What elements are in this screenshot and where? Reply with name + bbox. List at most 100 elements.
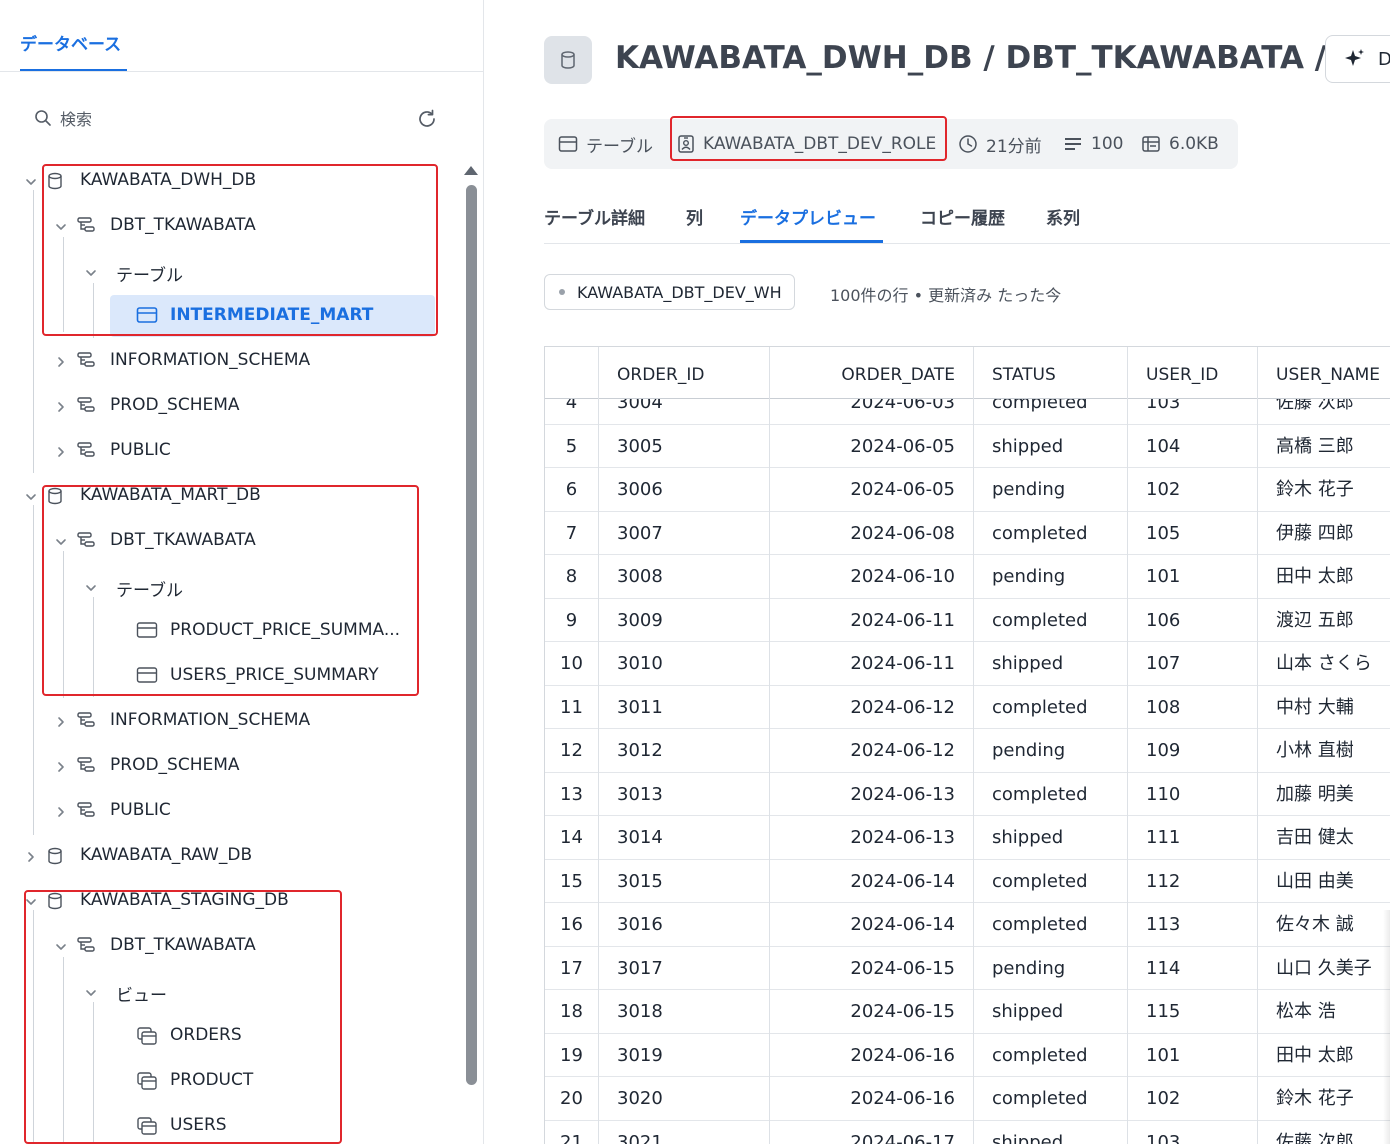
table-row[interactable]: 20 3020 2024-06-16 completed 102 鈴木 花子 xyxy=(545,1077,1390,1121)
table-cell: pending xyxy=(992,957,1066,979)
table-cell: pending xyxy=(992,479,1066,500)
column-header[interactable]: ORDER_DATE xyxy=(769,347,973,399)
chevron-right-icon[interactable] xyxy=(54,759,68,773)
schema-icon xyxy=(76,801,96,821)
tab-data-preview[interactable]: データプレビュー xyxy=(740,204,876,229)
table-row[interactable]: 7 3007 2024-06-08 completed 105 伊藤 四郎 xyxy=(545,512,1390,555)
table-cell: 鈴木 花子 xyxy=(1276,479,1354,500)
table-row[interactable]: 11 3011 2024-06-12 completed 108 中村 大輔 xyxy=(545,686,1390,729)
table-row[interactable]: 12 3012 2024-06-12 pending 109 小林 直樹 xyxy=(545,729,1390,773)
column-header[interactable]: USER_ID xyxy=(1127,347,1257,399)
table-cell: shipped xyxy=(992,827,1064,848)
chevron-right-icon[interactable] xyxy=(54,714,68,728)
table-cell: completed xyxy=(992,522,1088,544)
table-row[interactable]: 16 3016 2024-06-14 completed 113 佐々木 誠 xyxy=(545,903,1390,947)
column-header[interactable]: ORDER_ID xyxy=(598,347,769,399)
sidebar-scrollbar[interactable] xyxy=(466,185,477,1085)
ai-button-label: D xyxy=(1378,48,1390,70)
chevron-right-icon[interactable] xyxy=(54,399,68,413)
table-row[interactable]: 17 3017 2024-06-15 pending 114 山口 久美子 xyxy=(545,947,1390,990)
tree-item-schema[interactable]: PUBLIC xyxy=(0,436,440,466)
table-cell: 佐々木 誠 xyxy=(1276,914,1354,935)
tree-item-schema[interactable]: INFORMATION_SCHEMA xyxy=(0,346,440,376)
table-cell: 2024-06-13 xyxy=(850,783,955,805)
chevron-right-icon[interactable] xyxy=(24,849,38,863)
meta-type: テーブル xyxy=(558,119,653,169)
column-divider[interactable] xyxy=(1127,347,1128,1144)
table-cell: 田中 太郎 xyxy=(1276,1044,1354,1066)
column-header[interactable]: USER_NAME xyxy=(1257,347,1390,399)
tab-table-details[interactable]: テーブル詳細 xyxy=(544,204,645,229)
table-cell: completed xyxy=(992,1044,1088,1066)
table-cell: completed xyxy=(992,1088,1088,1109)
table-row[interactable]: 14 3014 2024-06-13 shipped 111 吉田 健太 xyxy=(545,816,1390,860)
database-tree: KAWABATA_DWH_DB DBT_TKAWABATA テーブル INTERMED… xyxy=(0,0,460,1144)
chevron-down-icon[interactable] xyxy=(24,489,38,503)
schema-icon xyxy=(76,396,96,416)
table-cell: shipped xyxy=(992,435,1064,457)
column-header[interactable]: STATUS xyxy=(973,347,1127,399)
ai-assist-button[interactable]: D xyxy=(1325,35,1390,83)
tree-item-schema[interactable]: INFORMATION_SCHEMA xyxy=(0,706,440,736)
table-row[interactable]: 19 3019 2024-06-16 completed 101 田中 太郎 xyxy=(545,1034,1390,1077)
table-row[interactable]: 18 3018 2024-06-15 shipped 115 松本 浩 xyxy=(545,990,1390,1034)
table-cell: 108 xyxy=(1146,696,1181,718)
table-row[interactable]: 15 3015 2024-06-14 completed 112 山田 由美 xyxy=(545,860,1390,903)
table-cell: 2024-06-16 xyxy=(850,1088,955,1109)
tab-lineage[interactable]: 系列 xyxy=(1046,204,1080,229)
tree-item-schema[interactable]: PROD_SCHEMA xyxy=(0,751,440,781)
tree-item-label: INFORMATION_SCHEMA xyxy=(110,350,311,370)
table-row[interactable]: 13 3013 2024-06-13 completed 110 加藤 明美 xyxy=(545,773,1390,816)
tab-columns[interactable]: 列 xyxy=(686,204,703,229)
table-cell: 吉田 健太 xyxy=(1276,827,1354,848)
table-cell: shipped xyxy=(992,653,1064,674)
table-header: ORDER_ID ORDER_DATE STATUS USER_ID USER_NAME xyxy=(545,347,1390,399)
table-cell: 5 xyxy=(565,435,578,457)
column-header[interactable] xyxy=(545,347,598,399)
column-divider[interactable] xyxy=(973,347,974,1144)
chevron-right-icon[interactable] xyxy=(54,354,68,368)
table-row[interactable]: 5 3005 2024-06-05 shipped 104 高橋 三郎 xyxy=(545,425,1390,468)
tree-item-schema[interactable]: PUBLIC xyxy=(0,796,440,826)
highlight-box xyxy=(42,164,438,336)
chevron-right-icon[interactable] xyxy=(54,444,68,458)
column-divider[interactable] xyxy=(598,347,599,1144)
table-cell: 松本 浩 xyxy=(1276,1001,1336,1022)
table-row[interactable]: 8 3008 2024-06-10 pending 101 田中 太郎 xyxy=(545,555,1390,599)
table-cell: 2024-06-05 xyxy=(850,479,955,500)
table-cell: 2024-06-05 xyxy=(850,435,955,457)
tree-item-label: PROD_SCHEMA xyxy=(110,755,240,775)
table-cell: 115 xyxy=(1146,1001,1181,1022)
table-row[interactable]: 6 3006 2024-06-05 pending 102 鈴木 花子 xyxy=(545,468,1390,512)
table-row[interactable]: 10 3010 2024-06-11 shipped 107 山本 さくら xyxy=(545,642,1390,686)
table-cell: 9 xyxy=(565,609,578,631)
table-cell: 2024-06-13 xyxy=(850,827,955,848)
column-divider[interactable] xyxy=(769,347,770,1144)
detail-tabs: テーブル詳細 列 データプレビュー コピー履歴 系列 xyxy=(544,200,1390,244)
table-cell: 107 xyxy=(1146,653,1181,674)
scroll-up-arrow[interactable] xyxy=(464,166,478,175)
table-cell: shipped xyxy=(992,1131,1064,1144)
page-title: KAWABATA_DWH_DB / DBT_TKAWABATA / INT... xyxy=(615,40,1325,76)
table-cell: 3017 xyxy=(617,957,663,979)
column-divider[interactable] xyxy=(1257,347,1258,1144)
chevron-down-icon[interactable] xyxy=(24,174,38,188)
tab-copy-history[interactable]: コピー履歴 xyxy=(920,204,1005,229)
table-cell: 3008 xyxy=(617,566,663,587)
warehouse-selector[interactable]: KAWABATA_DBT_DEV_WH xyxy=(544,274,795,310)
active-tab-indicator xyxy=(740,240,883,243)
table-cell: 佐藤 次郎 xyxy=(1276,1131,1354,1144)
sparkle-icon xyxy=(1345,49,1364,66)
table-cell: 3014 xyxy=(617,827,663,848)
table-cell: completed xyxy=(992,783,1088,805)
tree-item-database[interactable]: KAWABATA_RAW_DB xyxy=(0,841,440,871)
chevron-right-icon[interactable] xyxy=(54,804,68,818)
table-cell: 加藤 明美 xyxy=(1276,783,1354,805)
schema-icon xyxy=(76,351,96,371)
table-cell: 105 xyxy=(1146,522,1181,544)
table-row[interactable]: 21 3021 2024-06-17 shipped 103 佐藤 次郎 xyxy=(545,1121,1390,1144)
table-row[interactable]: 9 3009 2024-06-11 completed 106 渡辺 五郎 xyxy=(545,599,1390,642)
table-cell: 20 xyxy=(560,1088,583,1109)
table-cell: 2024-06-15 xyxy=(850,1001,955,1022)
tree-item-schema[interactable]: PROD_SCHEMA xyxy=(0,391,440,421)
